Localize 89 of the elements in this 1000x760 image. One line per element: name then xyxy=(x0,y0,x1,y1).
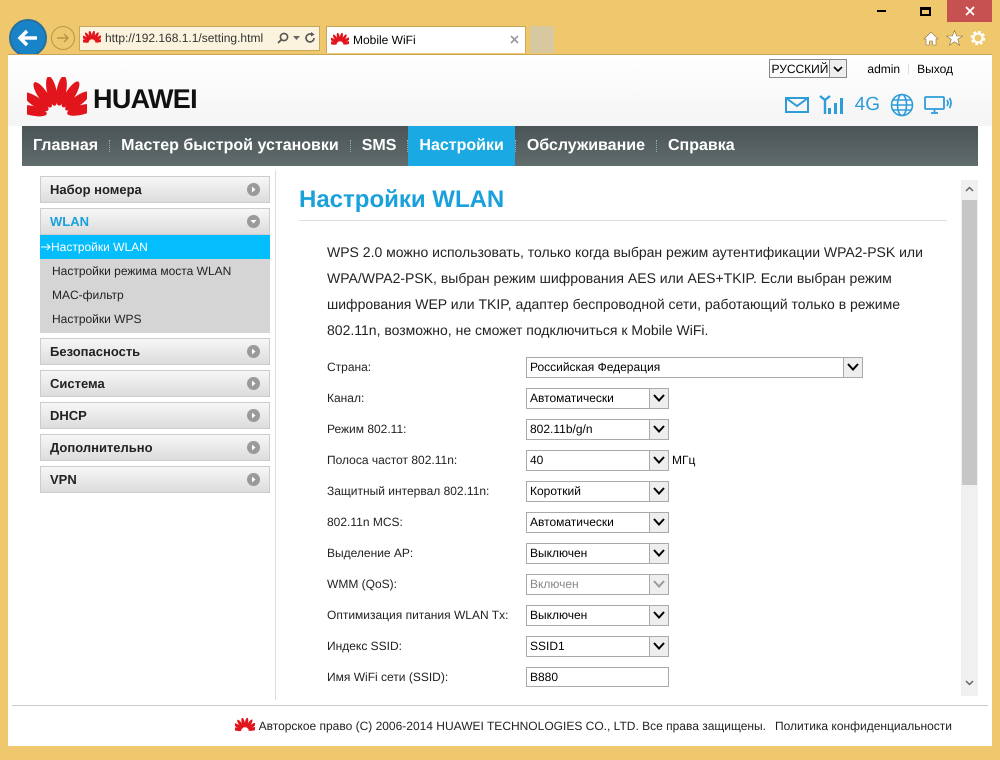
sidebar-group-header[interactable]: Безопасность xyxy=(40,338,270,365)
sidebar-group-header[interactable]: VPN xyxy=(40,466,270,493)
ssid-input[interactable]: B880 xyxy=(526,667,669,687)
chevron-icon xyxy=(653,642,665,650)
privacy-link[interactable]: Политика конфиденциальности xyxy=(774,716,952,734)
network-type: 4G xyxy=(854,93,880,117)
url-text: http://192.168.1.1/setting.html xyxy=(105,30,264,47)
field-label: Выделение AP: xyxy=(327,545,414,562)
chevron-icon xyxy=(833,66,844,72)
arrow-icon xyxy=(56,32,70,44)
dropdown[interactable]: SSID1 xyxy=(526,636,669,656)
unit-label: МГц xyxy=(672,452,696,469)
sidebar-group-header[interactable]: Система xyxy=(40,370,270,397)
chevron-icon xyxy=(653,518,665,526)
field-label: Имя WiFi сети (SSID): xyxy=(327,669,450,686)
chevron-icon xyxy=(653,394,665,402)
field-label: Оптимизация питания WLAN Tx: xyxy=(327,607,510,624)
arrow-icon xyxy=(41,243,51,251)
field-label: 802.11n MCS: xyxy=(327,514,404,531)
home-icon[interactable] xyxy=(923,30,939,46)
huawei-flower-icon xyxy=(83,31,101,45)
sidebar-group-header[interactable]: Дополнительно xyxy=(40,434,270,461)
mail-icon xyxy=(784,97,809,114)
back-button[interactable] xyxy=(9,19,47,57)
search-icon[interactable] xyxy=(277,32,289,44)
nav-tab[interactable]: Главная xyxy=(22,126,110,166)
expand-icon xyxy=(247,377,260,390)
star-icon[interactable] xyxy=(946,30,963,46)
close-icon xyxy=(964,6,974,16)
field-label: Режим 802.11: xyxy=(327,421,408,438)
dropdown[interactable]: Выключен xyxy=(526,604,669,626)
tab-title: Mobile WiFi xyxy=(353,32,416,48)
collapse-icon xyxy=(247,215,260,228)
sidebar-group-header[interactable]: Набор номера xyxy=(40,176,270,203)
nav-tab[interactable]: SMS xyxy=(350,126,408,166)
dropdown[interactable]: Автоматически xyxy=(526,388,669,408)
dropdown[interactable]: Автоматически xyxy=(526,512,669,532)
scrollbar[interactable] xyxy=(961,180,978,696)
monitor-icon xyxy=(924,95,952,116)
chevron-icon xyxy=(653,456,665,464)
close-icon[interactable] xyxy=(510,35,519,44)
nav-tab[interactable]: Справка xyxy=(656,126,746,166)
page-title: Настройки WLAN xyxy=(299,182,947,221)
expand-icon xyxy=(247,473,260,486)
arrow-icon xyxy=(17,29,39,47)
dropdown[interactable]: Выключен xyxy=(526,542,669,564)
huawei-flower-icon xyxy=(331,32,349,46)
nav-tab[interactable]: Мастер быстрой установки xyxy=(110,126,350,166)
browser-tab[interactable]: Mobile WiFi xyxy=(326,26,526,52)
logout-link[interactable]: Выход xyxy=(917,60,953,78)
field-label: Страна: xyxy=(327,359,372,376)
info-paragraph: WPS 2.0 можно использовать, только когда выбран режим аутентификации WPA2-PSK или WPA/WPA2-PSK, выбран режим шифрования AES или AES+TKIP. Если выбран режим шифрования WEP или TKIP, адаптер беспроводной сети, работающий только в режиме 802.11n, возможно, не сможет подключиться к Mobile WiFi. xyxy=(327,243,924,340)
dropdown[interactable]: 802.11b/g/n xyxy=(526,418,669,440)
sidebar-item[interactable]: MAC-фильтр xyxy=(40,283,270,307)
copyright-text: Авторское право (C) 2006-2014 HUAWEI TECHNOLOGIES CO., LTD. Все права защищены. xyxy=(258,718,766,734)
field-label: Защитный интервал 802.11n: xyxy=(327,483,490,500)
globe-icon xyxy=(890,93,914,118)
expand-icon xyxy=(247,183,260,196)
chevron-icon xyxy=(653,580,665,588)
sidebar-item[interactable]: Настройки режима моста WLAN xyxy=(40,259,270,283)
field-label: WMM (QoS): xyxy=(327,576,398,593)
dropdown[interactable]: Короткий xyxy=(526,480,669,502)
field-label: Канал: xyxy=(327,390,366,407)
expand-icon xyxy=(247,409,260,422)
chevron-icon xyxy=(653,611,665,619)
dropdown[interactable]: 40 xyxy=(526,450,669,470)
chevron-icon xyxy=(653,487,665,495)
chevron-icon xyxy=(847,363,859,371)
username: admin xyxy=(867,60,900,78)
huawei-logo-text: HUAWEI xyxy=(93,83,197,116)
dropdown[interactable]: Российская Федерация xyxy=(526,356,863,378)
scroll-down-icon[interactable] xyxy=(965,680,974,686)
address-bar[interactable]: http://192.168.1.1/setting.html xyxy=(79,26,320,50)
huawei-flower-icon xyxy=(234,718,255,733)
sidebar-group-header[interactable]: DHCP xyxy=(40,402,270,429)
caret-icon[interactable] xyxy=(293,36,300,40)
nav-tab[interactable]: Обслуживание xyxy=(516,126,656,166)
sidebar-item[interactable]: Настройки WPS xyxy=(40,307,270,331)
expand-icon xyxy=(247,441,260,454)
expand-icon xyxy=(247,345,260,358)
language-select[interactable]: РУССКИЙ xyxy=(769,59,848,78)
scroll-up-icon[interactable] xyxy=(965,186,974,192)
chevron-icon xyxy=(653,549,665,557)
close-button[interactable] xyxy=(947,0,992,22)
field-label: Индекс SSID: xyxy=(327,638,403,655)
chevron-icon xyxy=(653,425,665,433)
field-label: Полоса частот 802.11n: xyxy=(327,452,458,469)
signal-icon xyxy=(818,95,845,116)
refresh-icon[interactable] xyxy=(304,32,316,44)
